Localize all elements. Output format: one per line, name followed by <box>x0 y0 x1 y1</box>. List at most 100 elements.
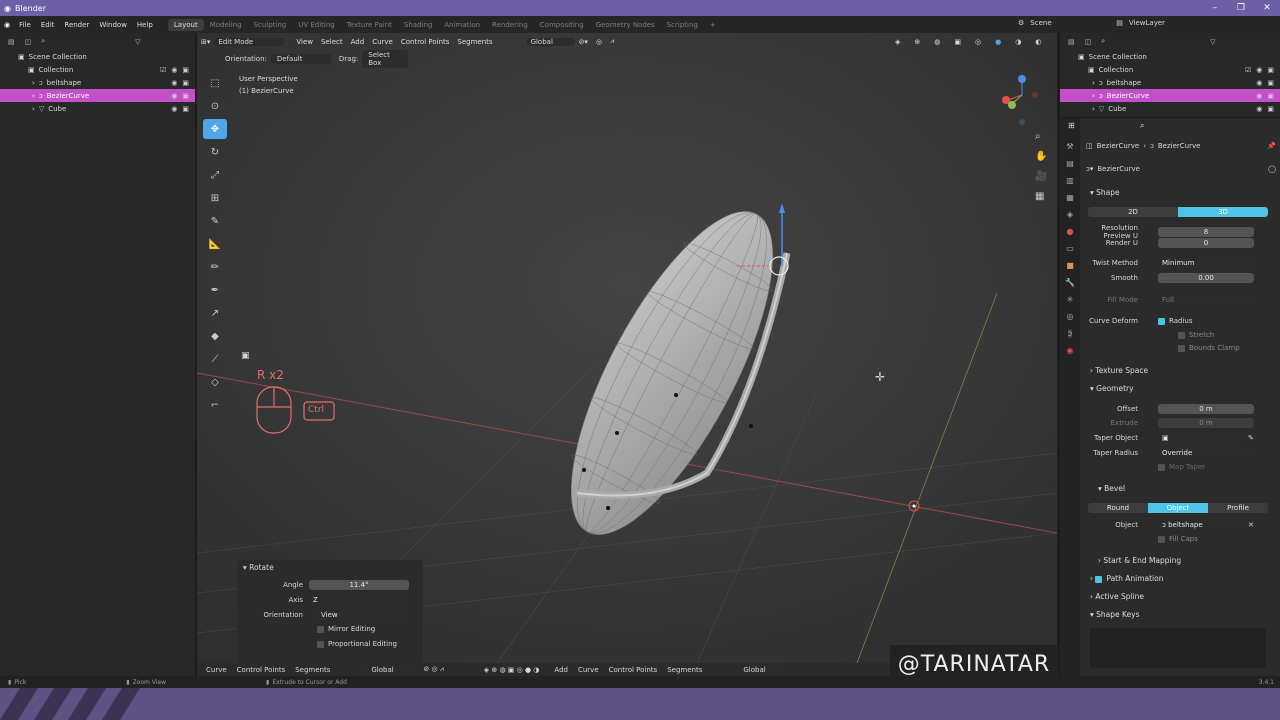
camera-icon[interactable]: ▣ <box>182 105 189 113</box>
menu-render[interactable]: Render <box>59 21 94 29</box>
menu-window[interactable]: Window <box>94 21 132 29</box>
shape-keys-panel-header[interactable]: ▾ Shape Keys <box>1090 610 1140 619</box>
bevel-panel-header[interactable]: ▾ Bevel <box>1098 484 1125 493</box>
tab-modeling[interactable]: Modeling <box>204 19 248 31</box>
rotate-tool-icon[interactable]: ↻ <box>203 142 227 162</box>
tool-tab-icon[interactable]: ⚒ <box>1066 142 1073 151</box>
menu-file[interactable]: File <box>14 21 36 29</box>
object-button[interactable]: Object <box>1148 503 1208 513</box>
overlay-icon[interactable]: ◈ ⊕ ◍ ▣ ◎ ● ◑ <box>484 666 540 674</box>
resolution-preview-field[interactable]: 8 <box>1158 227 1254 237</box>
menu-control-points[interactable]: Control Points <box>397 38 454 46</box>
camera-icon[interactable]: ▣ <box>1267 105 1274 113</box>
menu-curve[interactable]: Curve <box>368 38 397 46</box>
proportional-editing-checkbox[interactable]: Proportional Editing <box>317 640 397 648</box>
checkbox-icon[interactable]: ☑ <box>160 66 166 74</box>
tab-scripting[interactable]: Scripting <box>661 19 704 31</box>
eye-icon[interactable]: ◉ <box>1256 105 1262 113</box>
eye-icon[interactable]: ◉ <box>171 92 177 100</box>
checkbox-icon[interactable]: ☑ <box>1245 66 1251 74</box>
orientation-dropdown[interactable]: Default <box>270 53 331 64</box>
2d-button[interactable]: 2D <box>1088 207 1178 217</box>
close-button[interactable]: ✕ <box>1254 0 1280 16</box>
taper-object-field[interactable]: ▣ <box>1158 433 1244 443</box>
radius-checkbox[interactable]: Radius <box>1158 317 1192 325</box>
outliner-item-beziercurve[interactable]: › ↄ BezierCurve ◉ ▣ <box>0 89 195 102</box>
transform-orientation[interactable]: Global <box>737 664 786 675</box>
tab-shading[interactable]: Shading <box>398 19 438 31</box>
ortho-grid-icon[interactable]: ▦ <box>1035 191 1047 202</box>
texture-space-panel-header[interactable]: › Texture Space <box>1090 366 1148 375</box>
outliner-collection[interactable]: ▣ Collection ☑ ◉ ▣ <box>1060 63 1280 76</box>
search-icon[interactable]: ⌕ <box>41 37 45 46</box>
shear-tool-icon[interactable]: ⌐ <box>203 395 227 415</box>
properties-editor-type-icon[interactable]: ⊞ <box>1068 121 1075 130</box>
annotate-tool-icon[interactable]: ✎ <box>203 211 227 231</box>
tab-uv-editing[interactable]: UV Editing <box>292 19 341 31</box>
menu-segments[interactable]: Segments <box>290 666 335 674</box>
randomize-tool-icon[interactable]: ◇ <box>203 372 227 392</box>
blender-menu-icon[interactable]: ◉ <box>0 21 14 29</box>
eyedropper-icon[interactable]: ✎ <box>1248 434 1254 442</box>
falloff-icon[interactable]: ⩘ <box>606 37 618 46</box>
redo-panel-title[interactable]: ▾ Rotate <box>237 560 423 575</box>
expand-icon[interactable]: › <box>32 105 35 113</box>
camera-icon[interactable]: ▣ <box>1267 79 1274 87</box>
object-tab-icon[interactable]: ■ <box>1066 261 1074 270</box>
proportional-icon[interactable]: ◎ <box>592 38 606 46</box>
material-tab-icon[interactable]: ◉ <box>1067 346 1074 355</box>
eye-icon[interactable]: ◉ <box>1256 66 1262 74</box>
select-box-tool-icon[interactable]: ⬚ <box>203 73 227 93</box>
scene-tab-icon[interactable]: ◈ <box>1067 210 1073 219</box>
path-animation-panel-header[interactable]: › Path Animation <box>1090 574 1164 583</box>
start-end-mapping-panel-header[interactable]: › Start & End Mapping <box>1098 556 1181 565</box>
draw-tool-icon[interactable]: ✏ <box>203 257 227 277</box>
mirror-editing-checkbox[interactable]: Mirror Editing <box>317 625 375 633</box>
smooth-field[interactable]: 0.00 <box>1158 273 1254 283</box>
minimize-button[interactable]: – <box>1202 0 1228 16</box>
menu-control-points[interactable]: Control Points <box>604 666 663 674</box>
menu-add[interactable]: Add <box>347 38 369 46</box>
menu-edit[interactable]: Edit <box>36 21 60 29</box>
outliner-scene-collection[interactable]: ▣ Scene Collection <box>0 50 195 63</box>
expand-icon[interactable]: › <box>1092 92 1095 100</box>
drag-dropdown[interactable]: Select Box <box>362 49 409 68</box>
tab-texture-paint[interactable]: Texture Paint <box>341 19 398 31</box>
render-tab-icon[interactable]: ▤ <box>1066 159 1074 168</box>
editor-type-icon[interactable]: ⊞▾ <box>197 38 214 46</box>
outliner-item-beltshape[interactable]: › ↄ beltshape ◉ ▣ <box>1060 76 1280 89</box>
world-tab-icon[interactable]: ● <box>1067 227 1074 236</box>
fill-caps-checkbox[interactable]: Fill Caps <box>1158 535 1198 543</box>
camera-icon[interactable]: ▣ <box>1267 66 1274 74</box>
angle-field[interactable]: 11.4° <box>309 580 409 590</box>
viewlayer-name[interactable]: ViewLayer <box>1129 19 1165 27</box>
filter-icon[interactable]: ▽ <box>1210 38 1215 46</box>
camera-icon[interactable]: ▣ <box>182 79 189 87</box>
rendered-shading-icon[interactable]: ◐ <box>1031 38 1045 46</box>
material-shading-icon[interactable]: ◑ <box>1011 38 1025 46</box>
radius-tool-icon[interactable]: ◆ <box>203 326 227 346</box>
twist-method-dropdown[interactable]: Minimum <box>1158 258 1254 268</box>
sidebar-toggle-icon[interactable]: ▣ <box>241 351 250 361</box>
pen-tool-icon[interactable]: ✒ <box>203 280 227 300</box>
eye-icon[interactable]: ◉ <box>171 79 177 87</box>
outliner-item-cube[interactable]: › ▽ Cube ◉ ▣ <box>1060 102 1280 115</box>
wireframe-shading-icon[interactable]: ◎ <box>971 38 985 46</box>
active-spline-panel-header[interactable]: › Active Spline <box>1090 592 1144 601</box>
bevel-object-field[interactable]: ↄ beltshape <box>1158 520 1244 530</box>
editor-type-icon[interactable]: ▤ <box>8 38 15 46</box>
stretch-checkbox[interactable]: Stretch <box>1178 331 1214 339</box>
outliner-item-cube[interactable]: › ▽ Cube ◉ ▣ <box>0 102 195 115</box>
modifier-tab-icon[interactable]: 🔧 <box>1065 278 1075 287</box>
menu-curve[interactable]: Curve <box>573 666 604 674</box>
filter-icon[interactable]: ▽ <box>135 38 140 46</box>
menu-control-points[interactable]: Control Points <box>232 666 291 674</box>
eye-icon[interactable]: ◉ <box>171 66 177 74</box>
camera-icon[interactable]: ▣ <box>1267 92 1274 100</box>
search-icon[interactable]: ⌕ <box>1140 121 1144 131</box>
tab-animation[interactable]: Animation <box>438 19 486 31</box>
tilt-tool-icon[interactable]: ⟋ <box>203 349 227 369</box>
particles-tab-icon[interactable]: ✳ <box>1067 295 1074 304</box>
transform-orientation[interactable]: Global <box>526 37 575 46</box>
display-mode-icon[interactable]: ◫ <box>1085 38 1092 46</box>
